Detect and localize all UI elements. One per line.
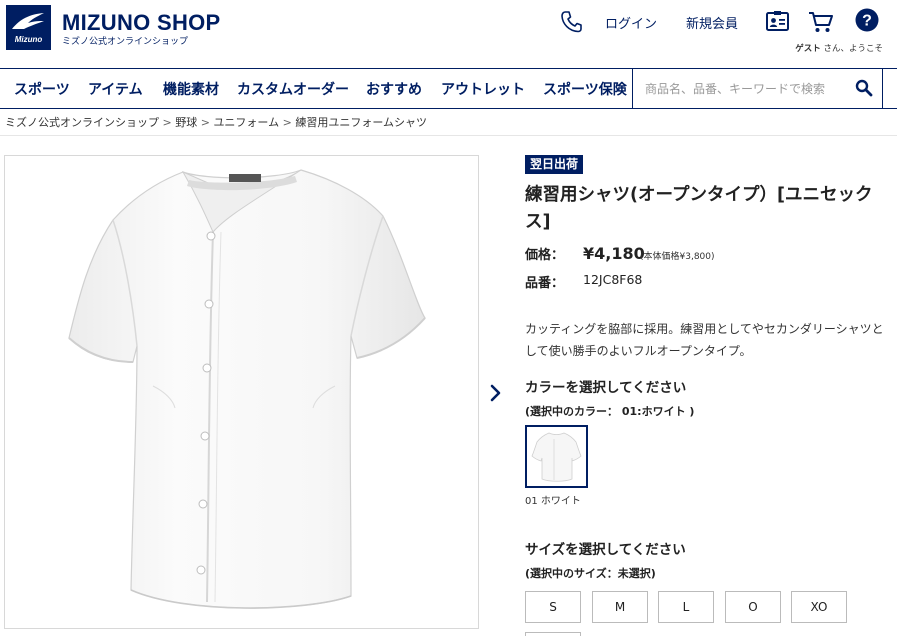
nav-item-sports[interactable]: スポーツ [14, 79, 70, 99]
size-selected: (選択中のサイズ：未選択) [525, 567, 656, 580]
svg-text:?: ? [862, 13, 872, 30]
member-card-icon[interactable] [766, 10, 789, 32]
phone-icon[interactable] [560, 10, 582, 34]
nav-item-materials[interactable]: 機能素材 [163, 79, 219, 99]
nav-item-outlet[interactable]: アウトレット [441, 79, 525, 99]
product-code: 12JC8F68 [583, 272, 643, 287]
nav-item-items[interactable]: アイテム [88, 79, 143, 99]
cart-icon[interactable] [808, 10, 834, 34]
register-link[interactable]: 新規会員 [686, 13, 738, 32]
size-button-xo[interactable]: XO [791, 591, 847, 623]
breadcrumb-item[interactable]: ユニフォーム [213, 116, 279, 129]
size-button-o[interactable]: O [725, 591, 781, 623]
product-image[interactable] [4, 155, 479, 629]
search-box [633, 69, 883, 108]
next-image-arrow-icon[interactable] [489, 383, 503, 403]
swatch-label: 01 ホワイト [525, 496, 581, 507]
nav-item-custom-order[interactable]: カスタムオーダー [237, 79, 349, 99]
help-icon[interactable]: ? [855, 8, 879, 32]
guest-greeting: ゲスト さん、ようこそ [795, 42, 883, 54]
search-icon[interactable] [855, 79, 873, 97]
size-button-m[interactable]: M [592, 591, 648, 623]
color-swatch-white[interactable] [525, 425, 588, 488]
shop-title[interactable]: MIZUNO SHOP [62, 10, 221, 36]
nav-item-sports-insurance[interactable]: スポーツ保険 [543, 79, 627, 99]
mizuno-runbird-icon: Mizuno [12, 13, 44, 44]
breadcrumb-item[interactable]: 練習用ユニフォームシャツ [295, 116, 427, 129]
code-label: 品番： [525, 276, 565, 291]
swatch-shirt-thumbnail [531, 432, 582, 482]
size-button-s[interactable]: S [525, 591, 581, 623]
price-label: 価格： [525, 248, 565, 263]
breadcrumb-item[interactable]: 野球 [175, 116, 197, 129]
main-nav: スポーツ アイテム 機能素材 カスタムオーダー おすすめ アウトレット スポーツ… [0, 68, 897, 109]
size-button-next-row[interactable] [525, 632, 581, 636]
shipping-badge: 翌日出荷 [525, 155, 584, 174]
shirt-image [68, 169, 426, 609]
shop-subtitle: ミズノ公式オンラインショップ [62, 37, 189, 47]
svg-text:Mizuno: Mizuno [15, 35, 43, 44]
guest-name: ゲスト [795, 44, 821, 54]
product-title: 練習用シャツ(オープンタイプ）[ユニセックス] [525, 185, 873, 232]
breadcrumb-item[interactable]: ミズノ公式オンラインショップ [5, 116, 159, 129]
size-heading: サイズを選択してください [525, 542, 686, 558]
price-note: (本体価格¥3,800) [640, 252, 715, 262]
breadcrumb-separator: > [197, 116, 214, 129]
breadcrumb-separator: > [279, 116, 296, 129]
color-selected: (選択中のカラー： 01:ホワイト ) [525, 405, 695, 418]
color-heading: カラーを選択してください [525, 380, 687, 396]
search-input[interactable] [633, 69, 848, 108]
guest-suffix: さん、ようこそ [823, 44, 883, 54]
nav-item-recommend[interactable]: おすすめ [366, 79, 422, 99]
breadcrumb: ミズノ公式オンラインショップ > 野球 > ユニフォーム > 練習用ユニフォーム… [5, 114, 427, 130]
breadcrumb-separator: > [159, 116, 176, 129]
site-header: Mizuno MIZUNO SHOP ミズノ公式オンラインショップ ログイン 新… [0, 0, 897, 68]
product-description: カッティングを脇部に採用。練習用としてやセカンダリーシャツとして使い勝手のよいフ… [525, 322, 884, 358]
product-price: ¥4,180 [583, 244, 645, 263]
size-button-l[interactable]: L [658, 591, 714, 623]
breadcrumb-divider [0, 135, 897, 136]
mizuno-logo[interactable]: Mizuno [6, 5, 51, 50]
login-link[interactable]: ログイン [605, 13, 657, 32]
